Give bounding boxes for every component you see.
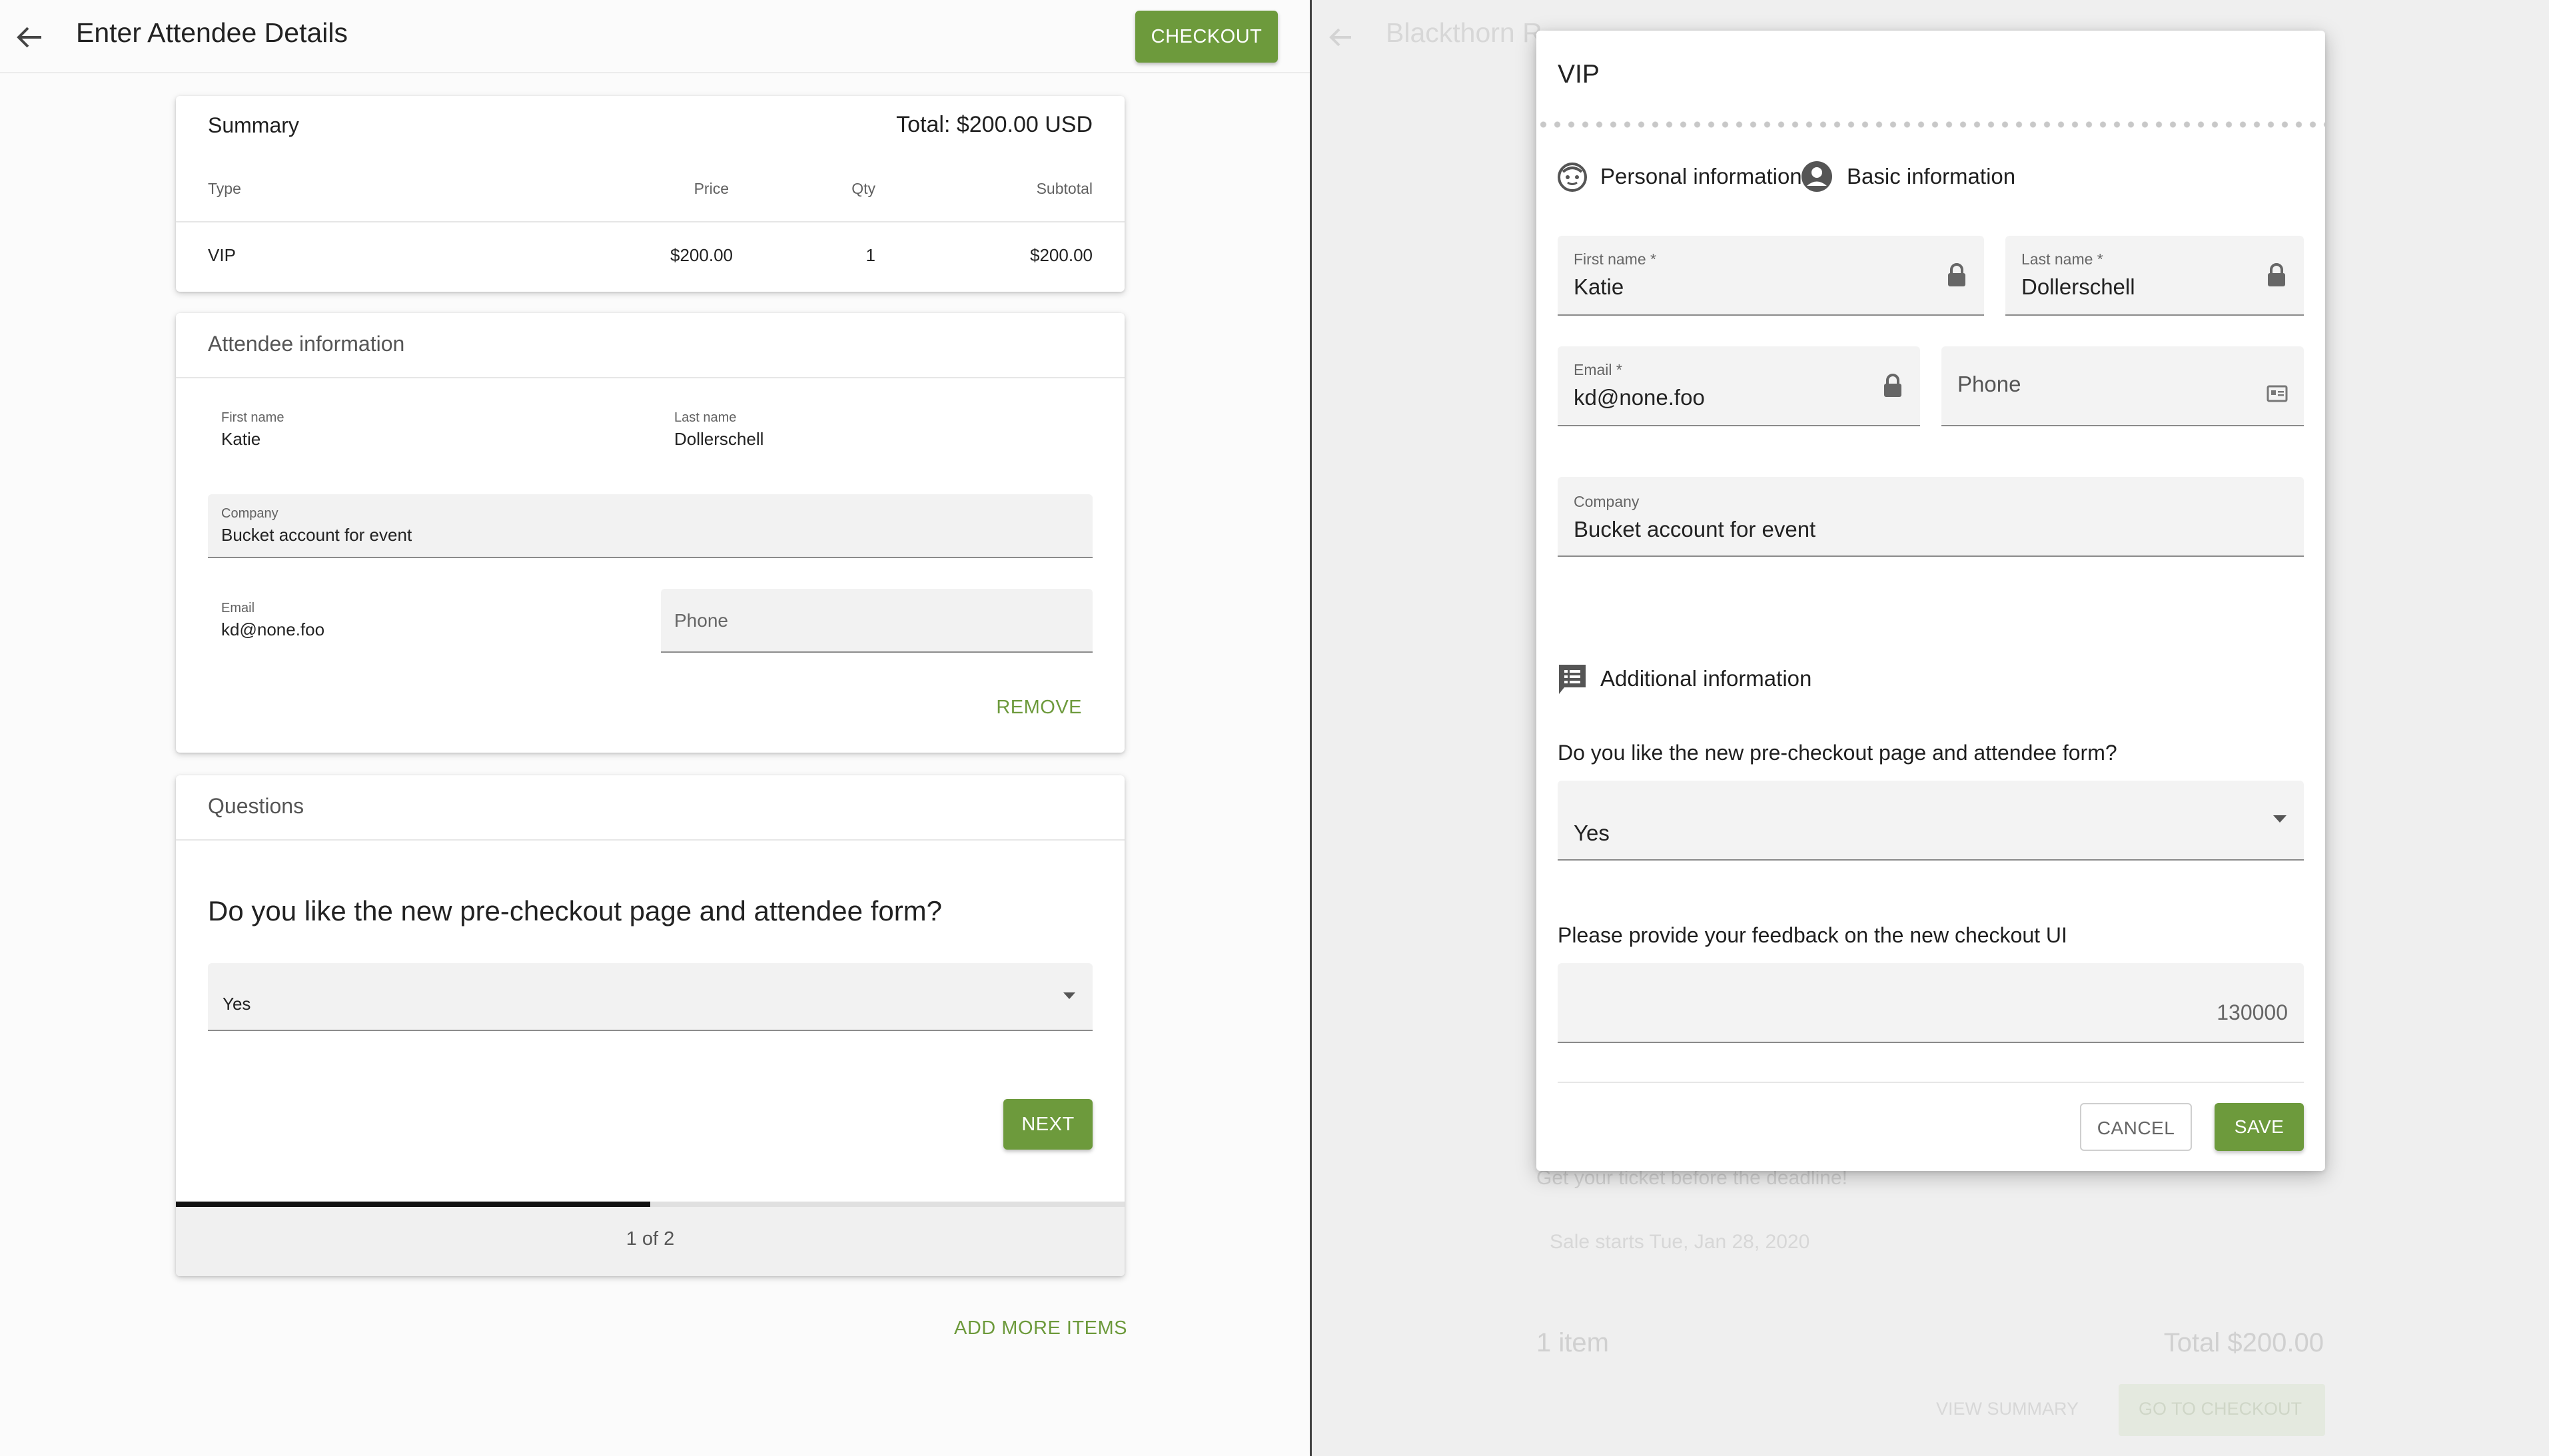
feedback-input[interactable]: 130000 bbox=[1558, 963, 2304, 1043]
questions-title: Questions bbox=[208, 794, 304, 818]
bg-title: Blackthorn R bbox=[1386, 17, 1542, 48]
row-qty: 1 bbox=[865, 245, 875, 265]
question-2-text: Please provide your feedback on the new … bbox=[1558, 923, 2067, 947]
last-name-value: Dollerschell bbox=[2021, 274, 2135, 299]
lock-icon bbox=[2267, 262, 2287, 288]
summary-title: Summary bbox=[208, 113, 299, 137]
first-name-value: Katie bbox=[1574, 274, 1624, 299]
email-label: Email * bbox=[1574, 361, 1622, 378]
questions-card: Questions Do you like the new pre-checko… bbox=[176, 775, 1125, 1276]
progress-fill bbox=[176, 1202, 650, 1207]
remove-button[interactable]: REMOVE bbox=[996, 697, 1082, 719]
col-type: Type bbox=[208, 180, 241, 197]
bg-view-summary: VIEW SUMMARY bbox=[1936, 1399, 2079, 1419]
question-text: Do you like the new pre-checkout page an… bbox=[208, 895, 943, 926]
bg-items: 1 item bbox=[1536, 1328, 1609, 1357]
phone-placeholder: Phone bbox=[674, 610, 728, 631]
summary-total: Total: $200.00 USD bbox=[896, 112, 1093, 137]
baby-face-icon bbox=[1556, 161, 1588, 193]
first-name-label: First name bbox=[221, 410, 284, 425]
vip-dialog: VIP Personal information Basic informati… bbox=[1536, 31, 2325, 1171]
email-label: Email bbox=[221, 601, 255, 615]
summary-divider bbox=[176, 221, 1125, 222]
phone-field[interactable]: Phone bbox=[1941, 346, 2304, 426]
feedback-icon bbox=[1556, 662, 1588, 697]
col-price: Price bbox=[694, 180, 729, 197]
stepper-dotted-line bbox=[1536, 121, 2325, 128]
lock-icon bbox=[1883, 373, 1903, 398]
first-name-label: First name * bbox=[1574, 250, 1656, 268]
company-field[interactable]: Company Bucket account for event bbox=[1558, 477, 2304, 557]
row-subtotal: $200.00 bbox=[1030, 245, 1093, 265]
add-more-items-button[interactable]: ADD MORE ITEMS bbox=[954, 1317, 1127, 1339]
checkout-button[interactable]: CHECKOUT bbox=[1135, 11, 1278, 63]
first-name-value[interactable]: Katie bbox=[221, 429, 260, 450]
pager-text: 1 of 2 bbox=[626, 1228, 675, 1250]
bg-go-checkout-label: GO TO CHECKOUT bbox=[2139, 1399, 2302, 1419]
summary-card: Summary Total: $200.00 USD Type Price Qt… bbox=[176, 96, 1125, 292]
phone-field[interactable]: Phone bbox=[661, 589, 1093, 653]
email-field[interactable]: Email * kd@none.foo bbox=[1558, 346, 1920, 426]
cancel-button-label: CANCEL bbox=[2097, 1118, 2175, 1138]
contact-card-icon bbox=[2267, 385, 2288, 402]
phone-placeholder: Phone bbox=[1957, 372, 2021, 396]
first-name-field[interactable]: First name * Katie bbox=[1558, 236, 1984, 316]
additional-info-heading: Additional information bbox=[1600, 666, 1812, 691]
attendee-card: Attendee information First name Katie La… bbox=[176, 313, 1125, 753]
account-circle-icon bbox=[1800, 160, 1833, 193]
answer-1-value: Yes bbox=[1574, 821, 1610, 845]
question-1-text: Do you like the new pre-checkout page an… bbox=[1558, 741, 2117, 765]
last-name-field[interactable]: Last name * Dollerschell bbox=[2005, 236, 2304, 316]
answer-value: Yes bbox=[223, 994, 251, 1014]
col-subtotal: Subtotal bbox=[1036, 180, 1093, 197]
lock-icon bbox=[1947, 262, 1967, 288]
back-arrow-icon[interactable] bbox=[15, 24, 44, 51]
chevron-down-icon bbox=[2273, 815, 2287, 823]
email-value[interactable]: kd@none.foo bbox=[221, 619, 324, 640]
chevron-down-icon bbox=[1063, 992, 1075, 999]
answer-1-select[interactable]: Yes bbox=[1558, 781, 2304, 861]
panel-divider bbox=[1310, 0, 1312, 1456]
dialog-title: VIP bbox=[1558, 60, 1600, 89]
save-button[interactable]: SAVE bbox=[2215, 1103, 2304, 1151]
next-button[interactable]: NEXT bbox=[1003, 1099, 1093, 1150]
basic-info-heading: Basic information bbox=[1847, 164, 2016, 188]
last-name-label: Last name bbox=[674, 410, 737, 425]
company-value: Bucket account for event bbox=[221, 525, 412, 545]
char-counter: 130000 bbox=[2217, 1000, 2288, 1024]
answer-select[interactable]: Yes bbox=[208, 963, 1093, 1031]
email-value: kd@none.foo bbox=[1574, 385, 1705, 410]
last-name-label: Last name * bbox=[2021, 250, 2103, 268]
row-price: $200.00 bbox=[670, 245, 733, 265]
last-name-value[interactable]: Dollerschell bbox=[674, 429, 764, 450]
company-label: Company bbox=[221, 506, 278, 521]
bg-back-arrow-icon bbox=[1327, 25, 1354, 49]
attendee-divider bbox=[176, 377, 1125, 378]
actions-divider bbox=[1558, 1082, 2304, 1083]
header-divider bbox=[0, 72, 1311, 73]
bg-go-checkout: GO TO CHECKOUT bbox=[2119, 1384, 2325, 1436]
questions-divider bbox=[176, 839, 1125, 841]
bg-sale-text: Sale starts Tue, Jan 28, 2020 bbox=[1550, 1231, 1810, 1253]
page-title: Enter Attendee Details bbox=[76, 17, 348, 48]
company-label: Company bbox=[1574, 493, 1640, 510]
col-qty: Qty bbox=[851, 180, 875, 197]
company-field[interactable]: Company Bucket account for event bbox=[208, 494, 1093, 558]
personal-info-heading: Personal information bbox=[1600, 164, 1802, 188]
company-value: Bucket account for event bbox=[1574, 517, 1816, 542]
row-type: VIP bbox=[208, 245, 236, 265]
bg-total: Total $200.00 bbox=[2163, 1328, 2324, 1357]
attendee-title: Attendee information bbox=[208, 332, 405, 356]
cancel-button[interactable]: CANCEL bbox=[2080, 1103, 2192, 1151]
